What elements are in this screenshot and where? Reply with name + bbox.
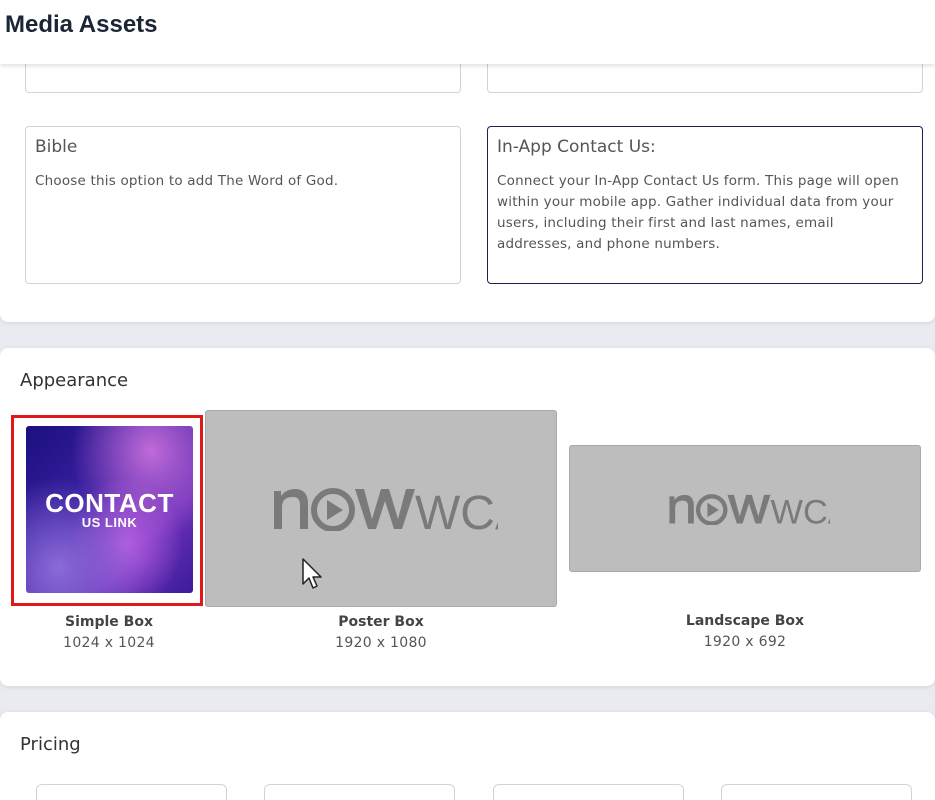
poster-box-option[interactable]: WCAST xyxy=(205,410,557,607)
option-title: Bible xyxy=(35,137,78,157)
poster-box-size: 1920 x 1080 xyxy=(335,635,427,651)
option-title: In-App Contact Us: xyxy=(497,137,656,157)
landscape-box-label: Landscape Box xyxy=(685,613,805,629)
pricing-option[interactable] xyxy=(264,784,455,800)
page-title: Media Assets xyxy=(5,11,158,38)
simple-box-option[interactable]: CONTACT US LINK xyxy=(11,415,203,606)
poster-box-label: Poster Box xyxy=(338,614,424,630)
simple-box-image: CONTACT US LINK xyxy=(26,426,193,593)
mouse-cursor-icon xyxy=(302,558,322,589)
logo-text: WCAST xyxy=(415,487,498,531)
pricing-option[interactable] xyxy=(493,784,684,800)
logo-text: WCAST xyxy=(771,494,830,525)
appearance-title: Appearance xyxy=(20,370,129,391)
pricing-title: Pricing xyxy=(20,734,81,755)
nowcast-logo-icon: WCAST xyxy=(669,494,830,525)
option-tile-bible[interactable]: Bible Choose this option to add The Word… xyxy=(25,126,461,284)
landscape-box-option[interactable]: WCAST xyxy=(569,445,921,572)
pricing-option[interactable] xyxy=(721,784,912,800)
option-tile-contact-us[interactable]: In-App Contact Us: Connect your In-App C… xyxy=(487,126,923,284)
image-text-line2: US LINK xyxy=(81,515,138,530)
option-description: Connect your In-App Contact Us form. Thi… xyxy=(497,173,899,252)
options-card: Bible Choose this option to add The Word… xyxy=(0,40,935,322)
simple-box-size: 1024 x 1024 xyxy=(63,635,155,651)
nowcast-logo-icon: WCAST xyxy=(274,487,498,531)
pricing-option[interactable] xyxy=(36,784,227,800)
option-description: Choose this option to add The Word of Go… xyxy=(35,173,339,189)
landscape-box-size: 1920 x 692 xyxy=(703,634,787,650)
app-header: Media Assets xyxy=(0,0,935,64)
simple-box-label: Simple Box xyxy=(65,614,153,630)
